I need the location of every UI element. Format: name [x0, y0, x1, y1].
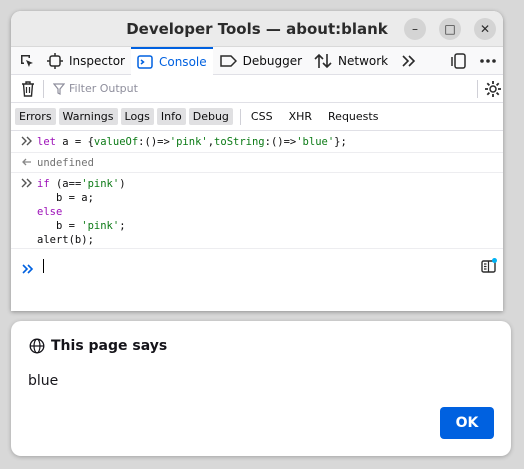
- dock-icon: [451, 53, 466, 69]
- globe-icon: [29, 338, 45, 354]
- filter-errors[interactable]: Errors: [15, 108, 56, 125]
- console-input-echo: let a = {valueOf:()=>'pink',toString:()=…: [11, 131, 503, 153]
- code-token: let: [37, 136, 56, 148]
- editor-mode-button[interactable]: [481, 258, 497, 278]
- result-arrow-icon: [21, 156, 33, 172]
- filter-requests[interactable]: Requests: [322, 108, 384, 125]
- divider: [239, 108, 241, 125]
- divider: [43, 80, 44, 98]
- code-token: :()=>: [138, 136, 170, 148]
- tab-console-label: Console: [158, 54, 207, 69]
- more-options-button[interactable]: [479, 52, 497, 74]
- dialog-title: This page says: [51, 338, 168, 354]
- divider: [477, 80, 478, 98]
- dialog-message: blue: [28, 373, 59, 389]
- code-token: };: [334, 136, 347, 148]
- clear-console-button[interactable]: [21, 81, 35, 101]
- code-token: a = {: [55, 136, 94, 148]
- code-line: b = a;: [37, 192, 94, 204]
- code-token: valueOf: [93, 136, 139, 148]
- console-input[interactable]: [11, 254, 503, 278]
- filter-icon: [53, 82, 65, 95]
- log-level-filters: Errors Warnings Logs Info Debug CSS XHR …: [11, 103, 503, 131]
- text-cursor: [43, 259, 44, 273]
- tab-console[interactable]: Console: [130, 46, 213, 75]
- chevron-double-right-icon: [21, 135, 33, 151]
- alert-dialog: This page says blue OK: [11, 321, 511, 456]
- code-token: :()=>: [264, 136, 297, 148]
- split-editor-icon: [481, 258, 497, 273]
- gear-icon: [485, 81, 501, 97]
- filter-css[interactable]: CSS: [245, 108, 279, 125]
- filter-warnings[interactable]: Warnings: [58, 108, 118, 125]
- chevron-double-right-icon: [402, 54, 416, 67]
- filter-placeholder: Filter Output: [69, 82, 138, 95]
- code-line: b = 'pink';: [37, 220, 126, 232]
- console-settings-button[interactable]: [484, 80, 502, 102]
- devtools-window: Developer Tools — about:blank – □ ✕ Insp…: [11, 11, 503, 311]
- filter-debug[interactable]: Debug: [188, 108, 233, 125]
- ellipsis-icon: [480, 59, 496, 63]
- ok-button[interactable]: OK: [440, 407, 494, 439]
- tab-debugger-label: Debugger: [242, 53, 303, 68]
- more-tools-button[interactable]: [394, 47, 422, 75]
- code-line: alert(b);: [37, 234, 94, 246]
- window-title: Developer Tools — about:blank: [126, 20, 388, 38]
- code-token: 'blue': [296, 136, 335, 148]
- result-value: undefined: [37, 157, 94, 169]
- filter-info[interactable]: Info: [156, 108, 186, 125]
- console-icon: [137, 54, 153, 69]
- code-token: 'pink': [169, 136, 208, 148]
- tab-debugger[interactable]: Debugger: [213, 47, 308, 75]
- maximize-button[interactable]: □: [439, 18, 461, 40]
- titlebar: Developer Tools — about:blank – □ ✕: [11, 11, 503, 47]
- tab-inspector[interactable]: Inspector: [41, 47, 131, 75]
- console-filter-bar: Filter Output: [11, 75, 503, 103]
- tab-network-label: Network: [338, 53, 389, 68]
- console-output: let a = {valueOf:()=>'pink',toString:()=…: [11, 131, 503, 249]
- toolbox-tabs: Inspector Console Debugger Network: [11, 46, 503, 75]
- console-result: undefined: [11, 153, 503, 173]
- dialog-header: This page says: [29, 338, 167, 354]
- inspector-icon: [47, 52, 63, 69]
- close-button[interactable]: ✕: [474, 18, 496, 40]
- console-input-echo: if (a=='pink') b = a; else b = 'pink'; a…: [11, 173, 503, 249]
- picker-icon: [21, 54, 33, 67]
- code-line: if (a=='pink'): [37, 178, 126, 190]
- minimize-button[interactable]: –: [404, 18, 426, 40]
- filter-logs[interactable]: Logs: [120, 108, 154, 125]
- filter-input[interactable]: Filter Output: [53, 82, 138, 95]
- prompt-chevron-icon: [22, 260, 35, 279]
- tab-network[interactable]: Network: [308, 47, 394, 75]
- filter-xhr[interactable]: XHR: [283, 108, 318, 125]
- chevron-double-right-icon: [21, 177, 33, 193]
- trash-icon: [22, 81, 34, 97]
- dock-options-button[interactable]: [451, 52, 469, 74]
- code-token: toString: [214, 136, 265, 148]
- element-picker-button[interactable]: [11, 47, 41, 75]
- network-icon: [314, 53, 332, 68]
- code-line: else: [37, 206, 63, 218]
- tab-inspector-label: Inspector: [69, 53, 125, 68]
- debugger-icon: [219, 54, 237, 67]
